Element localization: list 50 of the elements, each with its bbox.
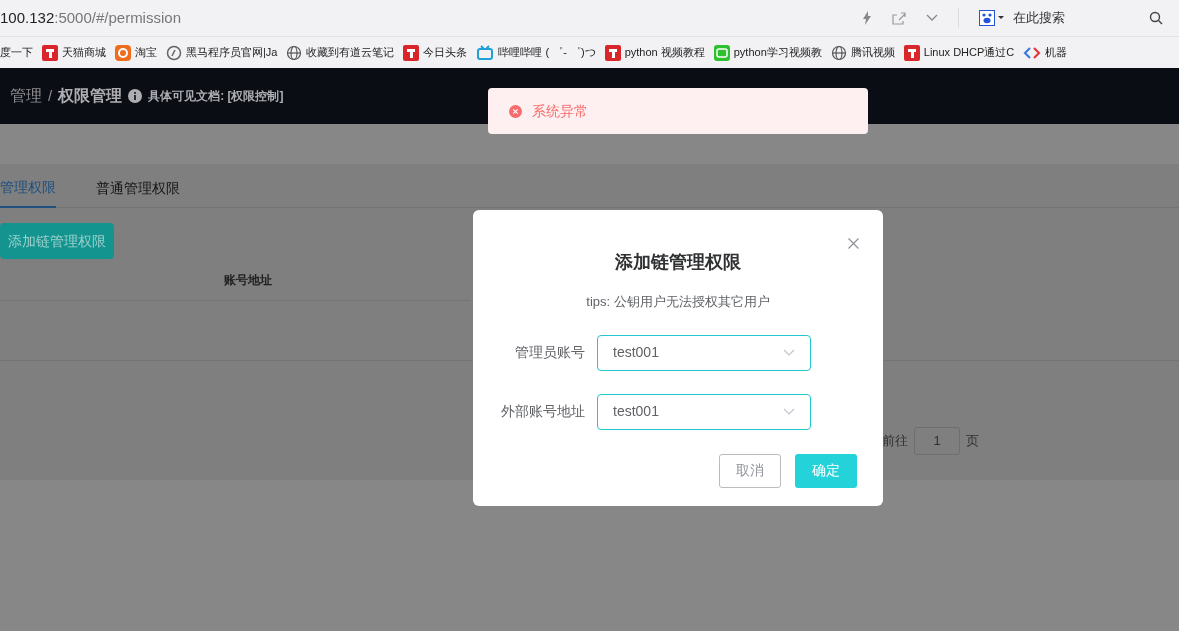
pagination-label: 前往 xyxy=(882,432,908,451)
bookmark[interactable]: 度一下 xyxy=(0,44,33,61)
search-icon[interactable] xyxy=(1149,11,1163,25)
globe-icon xyxy=(830,44,847,61)
paw-icon[interactable] xyxy=(979,10,1005,26)
bookmark[interactable]: python 视频教程 xyxy=(604,44,705,61)
bookmark-icon xyxy=(903,44,920,61)
bookmark[interactable]: 淘宝 xyxy=(115,44,157,61)
close-icon[interactable] xyxy=(848,238,859,249)
breadcrumb-item[interactable]: 管理 xyxy=(10,84,42,108)
bookmark-icon xyxy=(166,44,182,61)
lightning-icon[interactable] xyxy=(862,11,872,25)
bookmark-icon xyxy=(604,44,621,61)
column-header: 账号地址 xyxy=(224,271,272,289)
bookmark[interactable]: 腾讯视频 xyxy=(830,44,895,61)
code-icon xyxy=(1023,44,1042,61)
dialog-title: 添加链管理权限 xyxy=(615,251,741,274)
bookmark[interactable]: 收藏到有道云笔记 xyxy=(286,44,395,61)
url-field[interactable]: 100.132:5000/#/permission xyxy=(0,6,181,30)
field-label: 外部账号地址 xyxy=(500,402,586,421)
globe-icon xyxy=(286,44,303,61)
breadcrumb-separator: / xyxy=(48,85,53,106)
bookmark[interactable]: Linux DHCP通过C xyxy=(903,44,1015,61)
bookmark[interactable]: 黑马程序员官网|Ja xyxy=(166,44,278,61)
bookmark[interactable]: python学习视频教 xyxy=(713,44,822,61)
tab[interactable]: 普通管理权限 xyxy=(96,168,180,208)
dialog-tips: tips: 公钥用户无法授权其它用户 xyxy=(586,293,770,311)
toast-message: 系统异常 xyxy=(532,101,588,121)
error-icon xyxy=(509,104,522,118)
chevron-down-icon[interactable] xyxy=(926,14,938,22)
chevron-down-icon xyxy=(783,348,795,357)
bookmark[interactable]: 今日头条 xyxy=(403,44,468,61)
chevron-down-icon xyxy=(783,407,795,416)
select-field[interactable]: test001 xyxy=(597,393,811,430)
share-icon[interactable] xyxy=(892,11,906,25)
bookmark-icon xyxy=(115,44,131,61)
bookmark-icon xyxy=(403,44,420,61)
search-field[interactable]: 在此搜索 xyxy=(1013,8,1065,28)
pagination-label: 页 xyxy=(966,432,979,451)
doc-hint: 具体可见文档: [权限控制] xyxy=(148,88,284,105)
tv-icon xyxy=(476,44,495,61)
bookmark[interactable]: 机器 xyxy=(1023,44,1068,61)
breadcrumb-item: 权限管理 xyxy=(58,86,123,106)
field-label: 管理员账号 xyxy=(514,343,586,362)
bookmark-icon xyxy=(42,44,58,61)
bookmark[interactable]: 天猫商城 xyxy=(42,44,106,61)
info-icon xyxy=(128,89,143,103)
bookmark-icon xyxy=(713,44,730,61)
select-field[interactable]: test001 xyxy=(597,334,811,371)
bookmark[interactable]: 哔哩哔哩 ( ゜- ゜)つ xyxy=(476,44,596,61)
